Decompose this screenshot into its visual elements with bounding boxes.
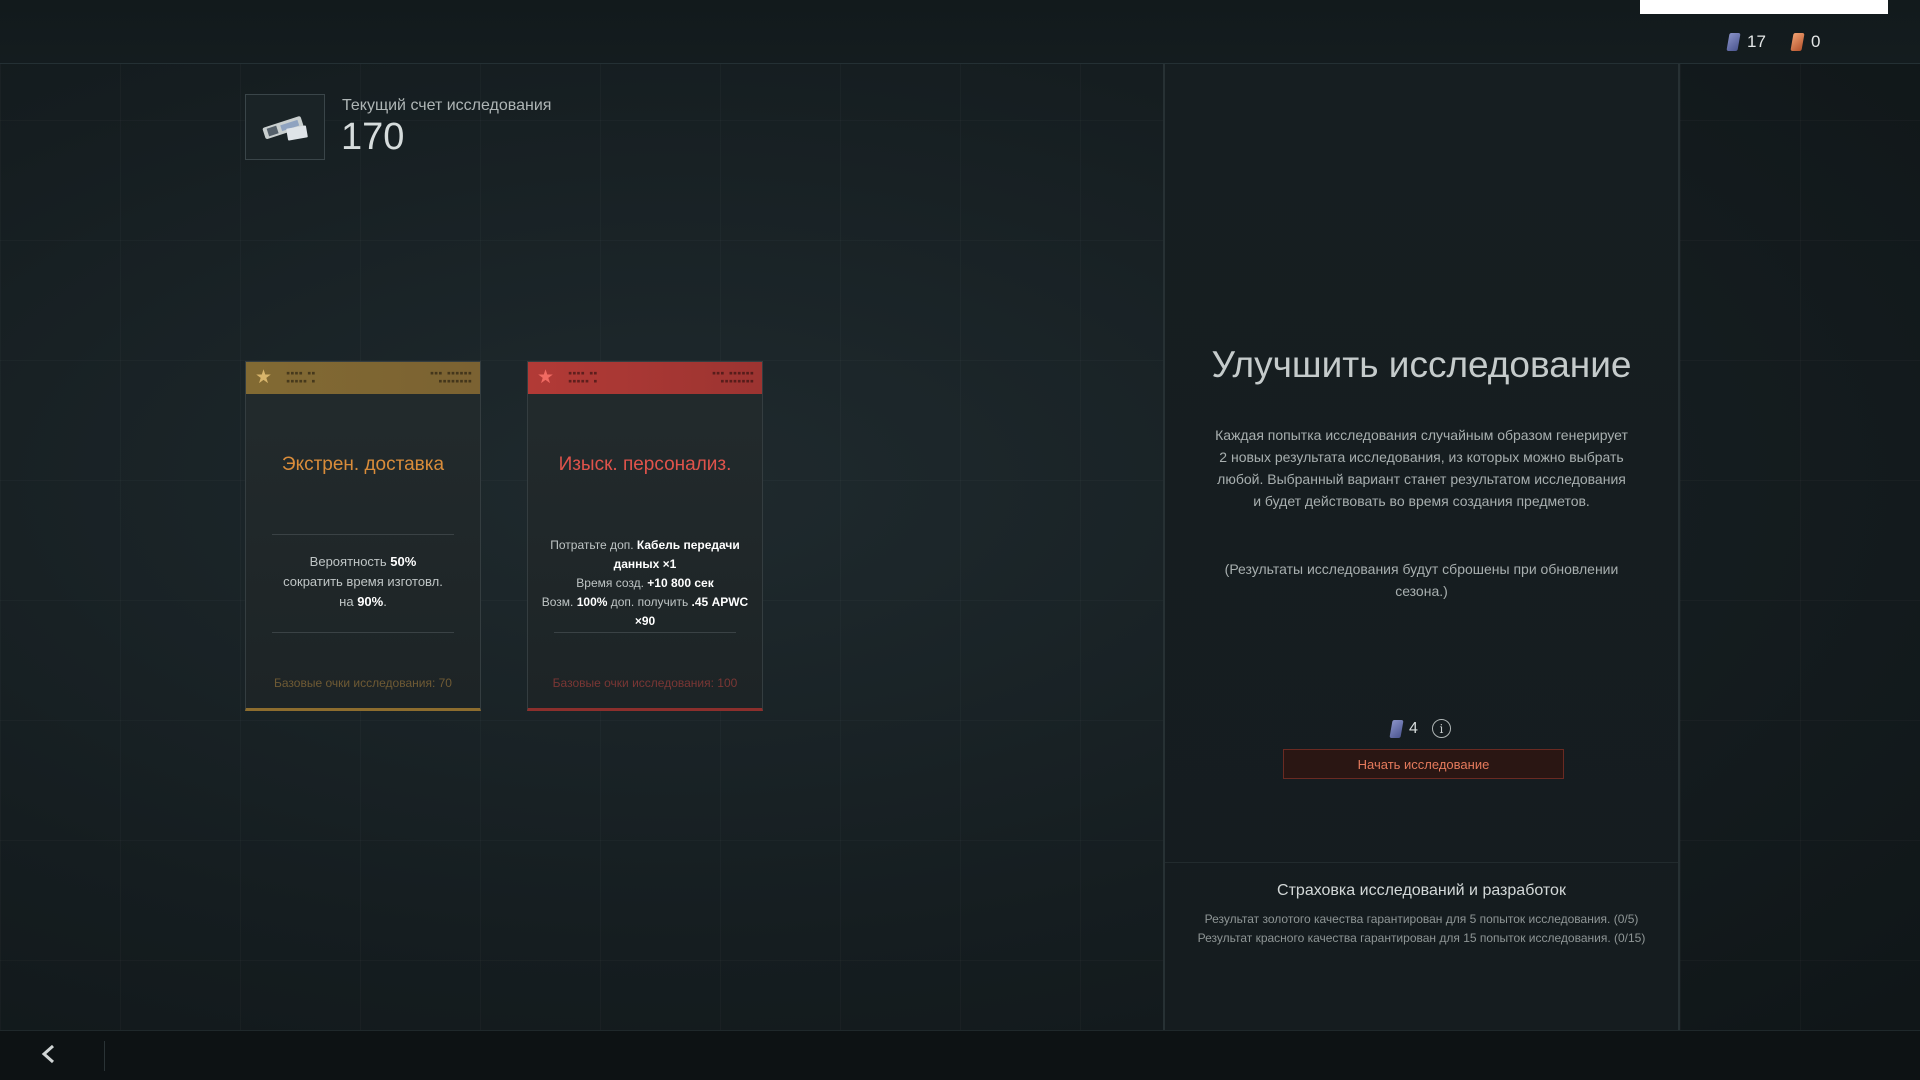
blue-chip-icon [1726,33,1741,51]
header-decoration: ▪▪▪ ▪▪▪▪▪▪ ▪▪▪▪▪▪▪▪ [711,369,754,385]
research-cost: 4 i [1389,719,1451,738]
card-header: ★ ▪▪▪▪ ▪▪ ▪▪▪▪▪ ▪ ▪▪▪ ▪▪▪▪▪▪ ▪▪▪▪▪▪▪▪ [528,362,762,394]
top-notification-strip [1640,0,1888,14]
divider [104,1041,105,1071]
currency-blue: 17 [1726,32,1766,52]
star-icon: ★ [537,367,555,388]
panel-note: (Результаты исследования будут сброшены … [1224,561,1619,599]
card-description: Вероятность 50% сократить время изготовл… [283,554,443,609]
upgrade-research-panel: Улучшить исследование Каждая попытка исс… [1163,64,1680,1030]
bottom-bar [0,1030,1920,1080]
header-decoration: ▪▪▪▪ ▪▪ ▪▪▪▪▪ ▪ [286,369,316,385]
insurance-title: Страховка исследований и разработок [1277,882,1566,899]
card-header: ★ ▪▪▪▪ ▪▪ ▪▪▪▪▪ ▪ ▪▪▪ ▪▪▪▪▪▪ ▪▪▪▪▪▪▪▪ [246,362,480,394]
research-card-red[interactable]: ★ ▪▪▪▪ ▪▪ ▪▪▪▪▪ ▪ ▪▪▪ ▪▪▪▪▪▪ ▪▪▪▪▪▪▪▪ Изыс… [527,361,763,711]
currency-blue-value: 17 [1747,32,1766,51]
panel-title: Улучшить исследование [1211,344,1632,385]
divider [554,632,736,633]
orange-chip-icon [1790,33,1805,51]
insurance-gold-line: Результат золотого качества гарантирован… [1204,912,1639,926]
divider [272,534,454,535]
divider [272,632,454,633]
top-bar: 17 0 [0,0,1920,64]
header-decoration: ▪▪▪ ▪▪▪▪▪▪ ▪▪▪▪▪▪▪▪ [429,369,472,385]
insurance-red-line: Результат красного качества гарантирован… [1197,931,1646,945]
start-research-button[interactable]: Начать исследование [1283,749,1564,779]
score-value: 170 [341,116,405,158]
card-footer: Базовые очки исследования: 70 [274,676,452,690]
currency-orange-value: 0 [1811,32,1821,51]
card-title: Изыск. персонализ. [558,454,732,475]
card-footer: Базовые очки исследования: 100 [552,676,738,690]
currency-orange: 0 [1790,32,1821,52]
research-item-icon [245,94,325,160]
divider [1165,862,1678,863]
info-icon[interactable]: i [1431,719,1451,738]
star-icon: ★ [255,367,273,388]
score-label: Текущий счет исследования [342,97,552,114]
header-decoration: ▪▪▪▪ ▪▪ ▪▪▪▪▪ ▪ [568,369,598,385]
research-card-gold[interactable]: ★ ▪▪▪▪ ▪▪ ▪▪▪▪▪ ▪ ▪▪▪ ▪▪▪▪▪▪ ▪▪▪▪▪▪▪▪ Экст… [245,361,481,711]
panel-description: Каждая попытка исследования случайным об… [1215,427,1628,509]
blue-chip-icon [1389,719,1404,738]
back-arrow-icon[interactable] [38,1043,64,1069]
card-description: Потратьте доп. Кабель передачи данных ×1… [541,538,749,628]
cost-value: 4 [1409,719,1418,737]
card-title: Экстрен. доставка [281,454,445,475]
